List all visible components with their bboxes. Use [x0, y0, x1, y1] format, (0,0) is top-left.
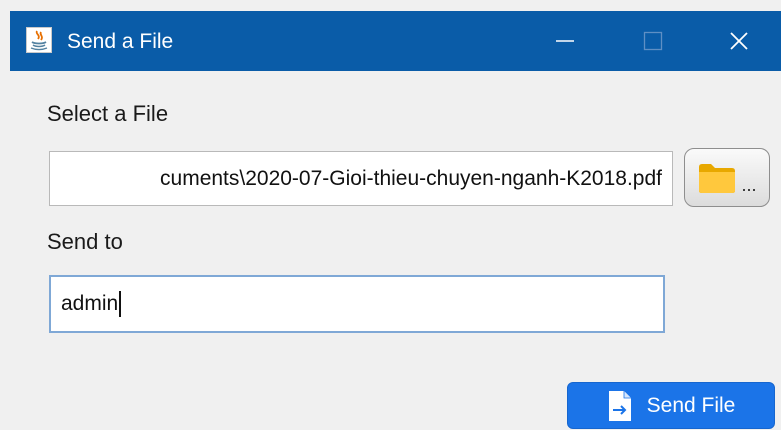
send-to-value: admin — [61, 292, 119, 315]
browse-ellipsis: ... — [741, 174, 757, 195]
text-caret — [119, 291, 122, 317]
file-path-value: cuments\2020-07-Gioi-thieu-chuyen-nganh-… — [160, 166, 662, 190]
folder-icon — [699, 163, 736, 193]
send-to-input[interactable]: admin — [49, 275, 665, 333]
java-app-icon — [26, 27, 52, 53]
send-to-label: Send to — [47, 229, 123, 254]
form-content: Select a File cuments\2020-07-Gioi-thieu… — [10, 71, 781, 430]
title-bar[interactable]: Send a File — [10, 11, 781, 71]
maximize-button[interactable] — [618, 11, 688, 71]
send-file-icon — [608, 390, 631, 421]
maximize-icon — [643, 31, 663, 51]
close-icon — [730, 32, 748, 50]
select-file-label: Select a File — [47, 101, 169, 126]
window-title: Send a File — [67, 30, 174, 53]
send-file-button[interactable]: Send File — [567, 382, 775, 429]
browse-button[interactable]: ... — [684, 148, 770, 207]
file-path-input[interactable]: cuments\2020-07-Gioi-thieu-chuyen-nganh-… — [49, 151, 673, 206]
minimize-button[interactable] — [530, 11, 600, 71]
send-file-window: Send a File Select a File cuments\2020-0… — [10, 11, 781, 430]
minimize-icon — [556, 40, 574, 42]
send-file-label: Send File — [646, 393, 736, 417]
close-button[interactable] — [704, 11, 774, 71]
